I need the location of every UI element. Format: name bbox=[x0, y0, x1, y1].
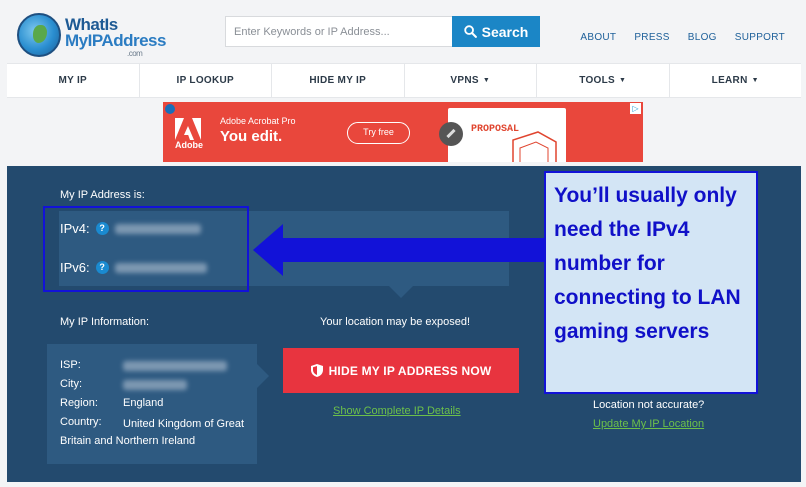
hide-my-ip-label: HIDE MY IP ADDRESS NOW bbox=[328, 363, 492, 378]
adobe-logo-icon bbox=[175, 118, 201, 140]
nav-item-vpns[interactable]: VPNS ▼ bbox=[405, 64, 537, 97]
ip-highlight-box bbox=[43, 206, 249, 292]
isp-label: ISP: bbox=[60, 359, 81, 371]
ip-box-pointer bbox=[389, 286, 413, 298]
ad-headline: You edit. bbox=[220, 128, 283, 145]
annotation-callout: You’ll usually only need the IPv4 number… bbox=[544, 171, 758, 394]
logo-line2: MyIPAddress bbox=[65, 31, 166, 50]
isp-value-redacted bbox=[123, 361, 227, 371]
top-links: ABOUT PRESS BLOG SUPPORT bbox=[580, 32, 785, 43]
ip-info-box: ISP: City: Region: England Country: Unit… bbox=[47, 344, 257, 464]
site-header: WhatIs MyIPAddress .com Enter Keywords o… bbox=[7, 5, 801, 63]
logo-line2-text: MyIPAddress bbox=[65, 31, 166, 50]
nav-label: HIDE MY IP bbox=[309, 75, 367, 86]
ad-choices-icon[interactable]: ▷ bbox=[630, 103, 641, 114]
exposure-warning: Your location may be exposed! bbox=[320, 316, 471, 328]
search-button-label: Search bbox=[481, 23, 529, 40]
nav-label: IP LOOKUP bbox=[176, 75, 235, 86]
ad-cta-button[interactable]: Try free bbox=[347, 122, 410, 144]
country-value: United Kingdom of Great Britain and Nort… bbox=[60, 418, 245, 447]
annotation-text: You’ll usually only need the IPv4 number… bbox=[554, 184, 741, 343]
advertisement-banner[interactable]: ▷ Adobe Adobe Acrobat Pro You edit. Try … bbox=[163, 102, 643, 162]
caret-down-icon: ▼ bbox=[751, 77, 759, 84]
nav-label: TOOLS bbox=[579, 75, 616, 86]
info-box-pointer bbox=[257, 364, 269, 388]
ip-info-title: My IP Information: bbox=[60, 316, 150, 328]
search-icon bbox=[463, 25, 477, 38]
nav-item-tools[interactable]: TOOLS ▼ bbox=[537, 64, 670, 97]
location-question: Location not accurate? bbox=[593, 399, 705, 411]
ad-product: Adobe Acrobat Pro bbox=[220, 116, 296, 126]
ip-address-title: My IP Address is: bbox=[60, 189, 145, 201]
nav-label: VPNS bbox=[450, 75, 479, 86]
pen-icon bbox=[439, 122, 463, 146]
left-arrow-annotation bbox=[253, 224, 546, 276]
city-label: City: bbox=[60, 378, 82, 390]
caret-down-icon: ▼ bbox=[619, 77, 627, 84]
hide-my-ip-button[interactable]: HIDE MY IP ADDRESS NOW bbox=[283, 348, 519, 393]
update-location-link[interactable]: Update My IP Location bbox=[593, 418, 704, 430]
ad-info-icon[interactable] bbox=[165, 104, 175, 114]
logo-text: WhatIs MyIPAddress .com bbox=[65, 16, 166, 62]
nav-item-hide-my-ip[interactable]: HIDE MY IP bbox=[272, 64, 405, 97]
nav-item-learn[interactable]: LEARN ▼ bbox=[670, 64, 802, 97]
shield-icon bbox=[310, 364, 323, 377]
top-link-blog[interactable]: BLOG bbox=[688, 32, 717, 43]
globe-icon bbox=[17, 13, 61, 57]
nav-item-ip-lookup[interactable]: IP LOOKUP bbox=[140, 64, 272, 97]
main-nav: MY IP IP LOOKUP HIDE MY IP VPNS ▼ TOOLS ▼ … bbox=[7, 63, 801, 98]
nav-item-my-ip[interactable]: MY IP bbox=[7, 64, 140, 97]
site-logo[interactable]: WhatIs MyIPAddress .com bbox=[17, 11, 167, 59]
search-input[interactable]: Enter Keywords or IP Address... bbox=[225, 16, 453, 47]
ad-building-graphic bbox=[512, 131, 557, 162]
region-label: Region: bbox=[60, 397, 98, 409]
ad-document-image: PROPOSAL bbox=[448, 108, 566, 162]
ad-brand: Adobe bbox=[175, 140, 203, 150]
region-value: England bbox=[123, 397, 164, 409]
show-details-link[interactable]: Show Complete IP Details bbox=[333, 405, 461, 417]
nav-label: LEARN bbox=[711, 75, 748, 86]
caret-down-icon: ▼ bbox=[482, 77, 491, 84]
top-link-support[interactable]: SUPPORT bbox=[735, 32, 785, 43]
top-link-about[interactable]: ABOUT bbox=[580, 32, 616, 43]
nav-label: MY IP bbox=[58, 75, 88, 86]
search-button[interactable]: Search bbox=[452, 16, 540, 47]
city-value-redacted bbox=[123, 380, 187, 390]
top-link-press[interactable]: PRESS bbox=[634, 32, 669, 43]
